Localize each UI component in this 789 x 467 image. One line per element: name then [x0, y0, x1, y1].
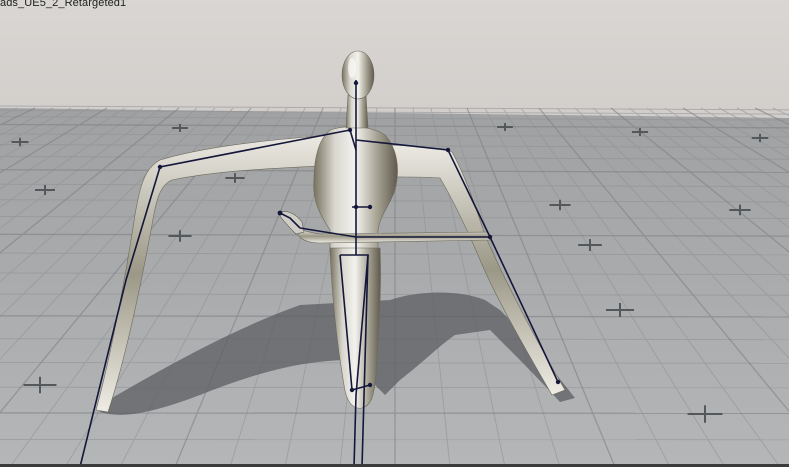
- bone-joint-icon[interactable]: [157, 164, 163, 170]
- bone-joint-icon[interactable]: [347, 127, 353, 133]
- 3d-viewport[interactable]: ads_UE5_2_Retargeted1: [0, 0, 789, 467]
- head: [341, 50, 375, 100]
- asset-name-label: ads_UE5_2_Retargeted1: [0, 0, 127, 9]
- bone-joint-icon[interactable]: [277, 210, 283, 216]
- bone-joint-icon[interactable]: [487, 234, 493, 240]
- neck: [345, 94, 369, 129]
- bone-joint-icon[interactable]: [349, 387, 355, 393]
- bone-joint-icon[interactable]: [353, 204, 359, 210]
- bone-joint-icon[interactable]: [445, 147, 451, 153]
- bone-joint-icon[interactable]: [555, 379, 561, 385]
- head-highlight: [348, 58, 356, 78]
- bone-joint-icon[interactable]: [367, 382, 373, 388]
- bone-joint-icon[interactable]: [353, 80, 359, 86]
- bone-joint-icon[interactable]: [367, 204, 373, 210]
- scene-canvas[interactable]: [0, 0, 789, 467]
